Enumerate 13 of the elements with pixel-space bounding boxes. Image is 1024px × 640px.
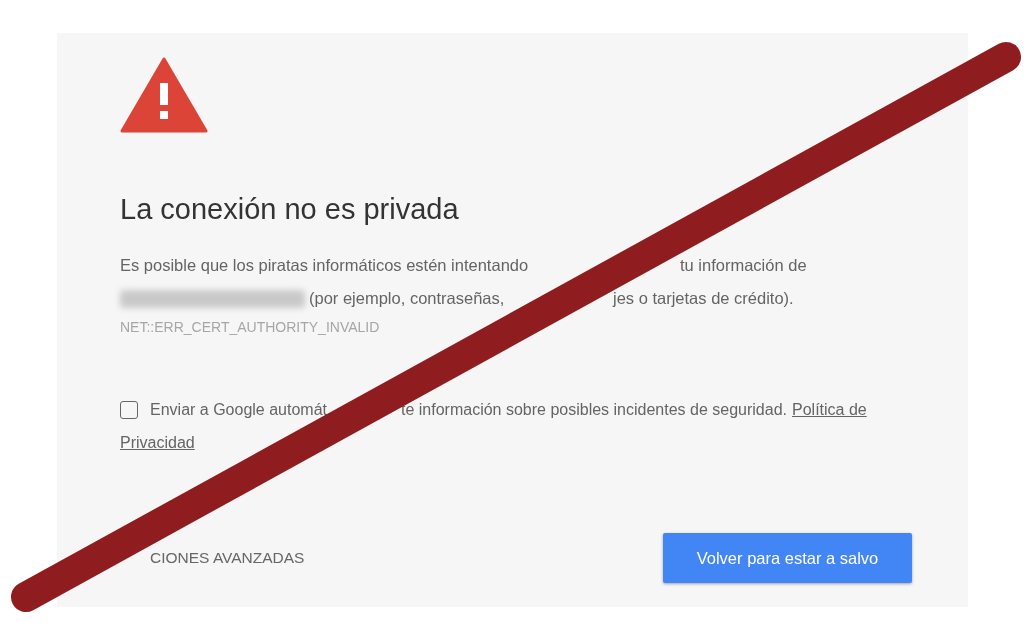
checkbox-label: Enviar a Google automát (150, 400, 328, 420)
message-text: Es posible que los piratas informáticos estén intentando (120, 255, 530, 276)
warning-icon (120, 57, 208, 133)
privacy-link[interactable]: Privacidad (120, 426, 195, 459)
advanced-link[interactable]: CIONES AVANZADAS (150, 549, 305, 567)
page-title: La conexión no es privada (120, 192, 460, 227)
privacy-link[interactable]: Política de (792, 393, 867, 426)
message-text: jes o tarjetas de crédito). (613, 288, 794, 309)
message-text: (por ejemplo, contraseñas, (309, 288, 506, 309)
checkbox[interactable] (120, 400, 138, 419)
error-code: NET::ERR_CERT_AUTHORITY_INVALID (120, 318, 381, 337)
back-to-safety-button[interactable]: Volver para estar a salvo (663, 533, 912, 583)
message-text: tu información de (680, 255, 807, 276)
